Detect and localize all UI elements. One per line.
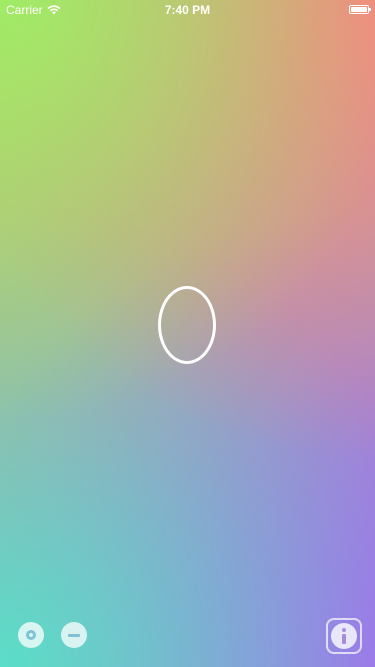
reset-button[interactable] [18,622,44,648]
info-button[interactable] [326,618,362,654]
minus-icon [68,633,80,637]
status-time: 7:40 PM [164,3,211,17]
counter-value: 0 [158,286,216,364]
status-bar: Carrier 7:40 PM [0,0,375,20]
decrement-button[interactable] [61,622,87,648]
reset-icon [26,630,36,640]
battery-icon [349,5,371,14]
info-icon [331,623,357,649]
